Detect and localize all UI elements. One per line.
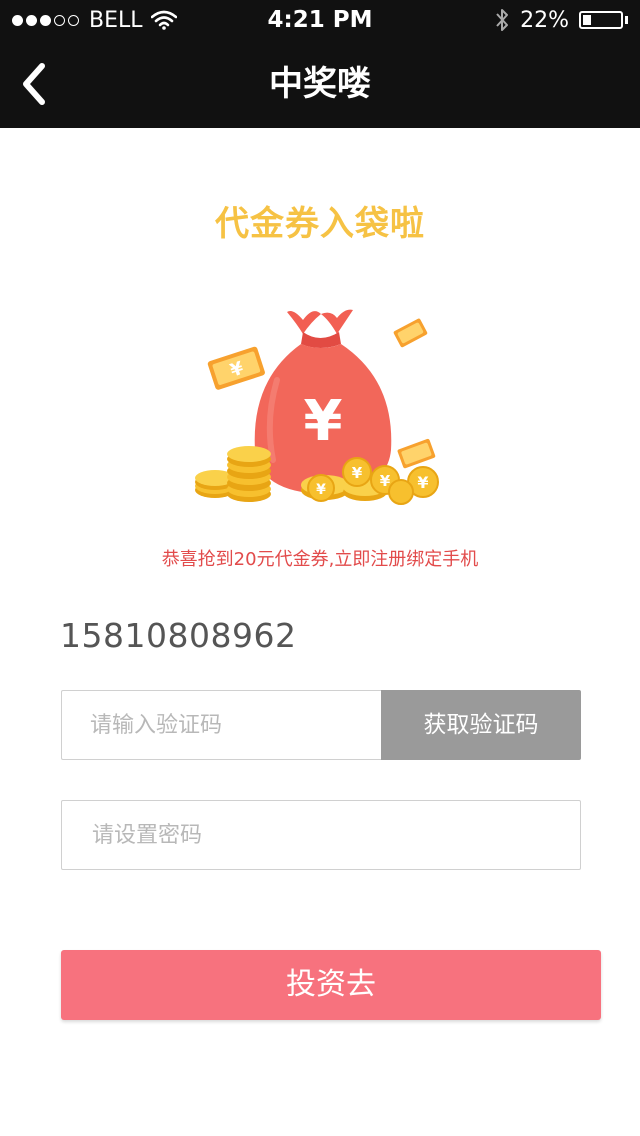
congrats-message: 恭喜抢到20元代金券,立即注册绑定手机: [161, 549, 479, 570]
page-title: 中奖喽: [269, 64, 371, 104]
battery-percentage: 22%: [520, 7, 569, 33]
phone-number: 15810808962: [60, 616, 297, 655]
bag-yen-symbol: ¥: [304, 389, 343, 454]
battery-tip: [625, 16, 628, 24]
flying-bill-left: ¥: [207, 346, 265, 390]
svg-text:¥: ¥: [352, 464, 363, 482]
svg-text:¥: ¥: [316, 482, 326, 498]
battery-icon: [579, 11, 623, 29]
flying-bill-right: [397, 438, 436, 469]
bluetooth-icon: [496, 9, 509, 31]
password-input[interactable]: [61, 800, 581, 870]
battery-level: [583, 15, 591, 25]
status-bar: BELL 4:21 PM 22%: [0, 0, 640, 40]
status-right: 22%: [494, 6, 628, 34]
voucher-headline: 代金券入袋啦: [215, 204, 425, 244]
invest-button[interactable]: 投资去: [61, 950, 601, 1020]
coin-stack-left: [195, 446, 271, 502]
money-bag-illustration: ¥ ¥ ¥ ¥ ¥ ¥: [195, 309, 439, 505]
svg-text:¥: ¥: [417, 473, 428, 492]
svg-text:¥: ¥: [380, 472, 391, 490]
verification-code-input[interactable]: [61, 690, 381, 760]
get-code-button[interactable]: 获取验证码: [381, 690, 581, 760]
flying-bill-top-right: [393, 318, 428, 348]
navigation-bar: 中奖喽: [0, 40, 640, 128]
